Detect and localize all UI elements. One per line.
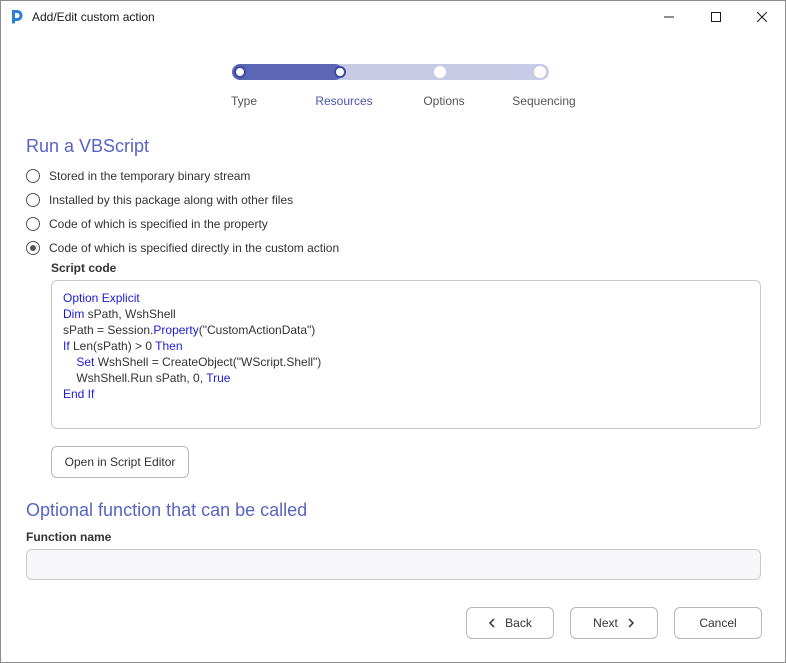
code-line: If Len(sPath) > 0 Then <box>63 338 749 354</box>
radio-option-binary-stream[interactable]: Stored in the temporary binary stream <box>26 167 250 185</box>
step-label-resources[interactable]: Resources <box>315 94 372 108</box>
stepper-progress <box>232 64 343 80</box>
code-text: WshShell = CreateObject("WScript.Shell") <box>94 355 322 369</box>
script-code-editor[interactable]: Option Explicit Dim sPath, WshShell sPath … <box>51 280 761 429</box>
maximize-icon <box>711 11 721 22</box>
code-keyword: True <box>206 371 231 385</box>
radio-label: Stored in the temporary binary stream <box>49 169 251 183</box>
code-keyword: Then <box>155 339 183 353</box>
radio-label: Installed by this package along with oth… <box>49 193 294 207</box>
open-script-editor-button[interactable]: Open in Script Editor <box>51 446 189 478</box>
window-title: Add/Edit custom action <box>32 10 155 24</box>
step-label-options[interactable]: Options <box>423 94 464 108</box>
radio-option-property[interactable]: Code of which is specified in the proper… <box>26 215 268 233</box>
radio-button[interactable] <box>26 193 40 207</box>
code-line: Set WshShell = CreateObject("WScript.She… <box>63 354 749 370</box>
cancel-button[interactable]: Cancel <box>674 607 762 639</box>
radio-label: Code of which is specified directly in t… <box>49 241 340 255</box>
radio-button[interactable] <box>26 169 40 183</box>
step-dot-sequencing[interactable] <box>534 66 546 78</box>
radio-button-selected[interactable] <box>26 241 40 255</box>
step-dot-options[interactable] <box>434 66 446 78</box>
code-text: sPath = Session. <box>63 323 154 337</box>
next-button[interactable]: Next <box>570 607 658 639</box>
function-name-label: Function name <box>26 530 112 544</box>
dialog-window: Add/Edit custom action Type Resources Op… <box>0 0 786 663</box>
code-text: sPath, WshShell <box>84 307 176 321</box>
close-button[interactable] <box>739 1 785 32</box>
step-label-type[interactable]: Type <box>231 94 257 108</box>
code-keyword: Option Explicit <box>63 291 140 305</box>
code-keyword: End If <box>63 387 95 401</box>
close-icon <box>757 11 767 22</box>
chevron-right-icon <box>628 618 634 628</box>
radio-option-installed-package[interactable]: Installed by this package along with oth… <box>26 191 293 209</box>
code-text: ("CustomActionData") <box>198 323 316 337</box>
section-title-optional-function: Optional function that can be called <box>26 500 308 520</box>
code-line: WshShell.Run sPath, 0, True <box>63 370 749 386</box>
code-line: End If <box>63 386 749 402</box>
back-button[interactable]: Back <box>466 607 554 639</box>
back-button-label: Back <box>505 616 532 630</box>
section-title-run-vbscript: Run a VBScript <box>26 136 150 156</box>
title-bar: Add/Edit custom action <box>1 1 785 32</box>
code-line: Option Explicit <box>63 290 749 306</box>
step-dot-resources[interactable] <box>334 66 346 78</box>
code-keyword: Property <box>153 323 199 337</box>
wizard-stepper <box>232 64 549 80</box>
code-keyword: Dim <box>63 307 85 321</box>
code-text: WshShell.Run sPath, 0, <box>63 371 207 385</box>
script-code-label: Script code <box>51 261 117 275</box>
code-keyword: Set <box>76 355 95 369</box>
app-logo-icon <box>10 9 24 24</box>
chevron-left-icon <box>489 618 495 628</box>
function-name-input[interactable] <box>26 549 761 580</box>
code-keyword: If <box>63 339 70 353</box>
maximize-button[interactable] <box>693 1 739 32</box>
code-line: sPath = Session.Property("CustomActionDa… <box>63 322 749 338</box>
code-text: Len(sPath) > 0 <box>69 339 156 353</box>
radio-option-direct-code[interactable]: Code of which is specified directly in t… <box>26 239 339 257</box>
next-button-label: Next <box>593 616 618 630</box>
minimize-button[interactable] <box>646 1 692 32</box>
minimize-icon <box>664 16 674 17</box>
code-line: Dim sPath, WshShell <box>63 306 749 322</box>
step-dot-type[interactable] <box>234 66 246 78</box>
radio-label: Code of which is specified in the proper… <box>49 217 268 231</box>
radio-button[interactable] <box>26 217 40 231</box>
step-label-sequencing[interactable]: Sequencing <box>512 94 575 108</box>
